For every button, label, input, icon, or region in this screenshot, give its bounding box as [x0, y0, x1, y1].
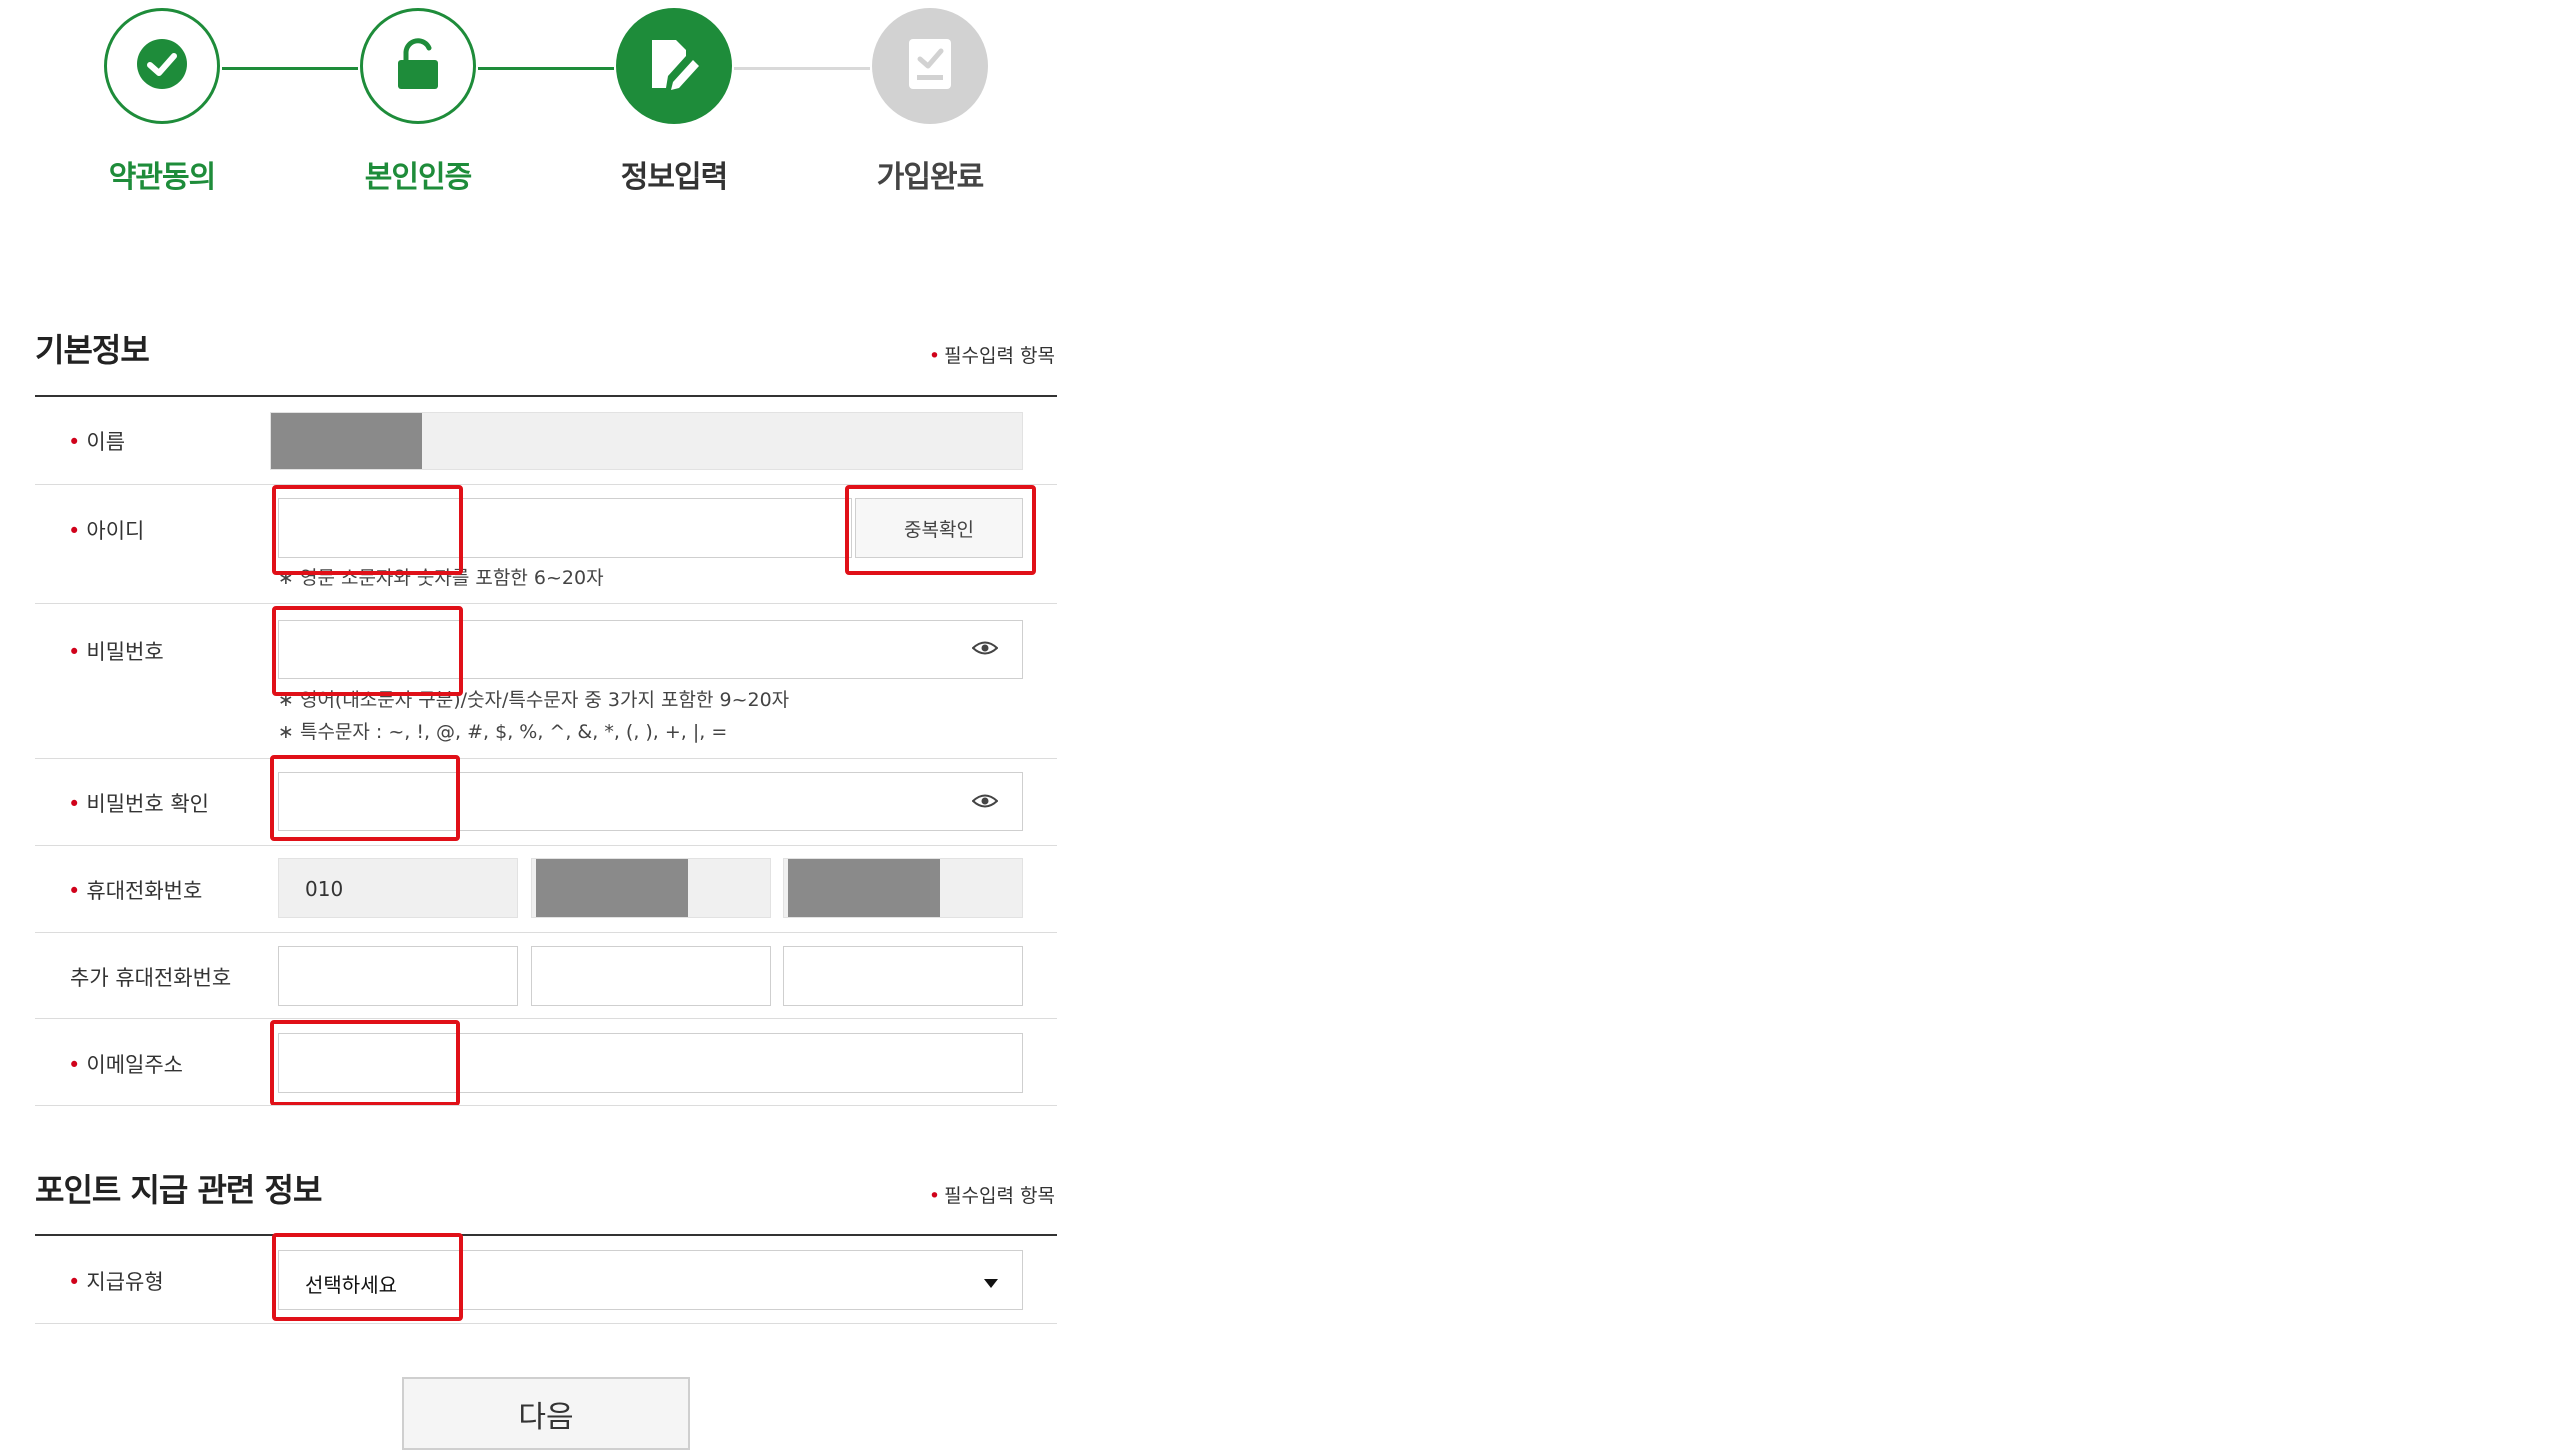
- required-note: • 필수입력 항목: [929, 341, 1055, 368]
- required-dot: •: [68, 640, 81, 664]
- highlight-box: [845, 485, 1036, 575]
- lock-icon: [396, 38, 440, 94]
- step-verify: 본인인증: [318, 8, 518, 196]
- point-info-header: 포인트 지급 관련 정보 • 필수입력 항목: [35, 1165, 1055, 1211]
- phone-label-text: 휴대전화번호: [86, 879, 203, 903]
- step-complete: 가입완료: [830, 8, 1030, 196]
- id-label: • 아이디: [68, 515, 144, 545]
- name-field[interactable]: [270, 412, 1023, 470]
- highlight-box: [272, 606, 463, 696]
- required-dot: •: [68, 879, 81, 903]
- password-label: • 비밀번호: [68, 636, 164, 666]
- highlight-box: [270, 755, 460, 841]
- chevron-down-icon: [984, 1274, 998, 1293]
- password-label-text: 비밀번호: [86, 640, 164, 664]
- row-divider: [35, 845, 1057, 846]
- required-dot: •: [68, 430, 81, 454]
- extra-phone-middle-input[interactable]: [531, 946, 771, 1006]
- step-label: 정보입력: [620, 160, 728, 195]
- step-circle: [360, 8, 476, 124]
- row-divider: [35, 1323, 1057, 1324]
- password-confirm-label: • 비밀번호 확인: [68, 788, 209, 818]
- section-title: 포인트 지급 관련 정보: [35, 1171, 322, 1209]
- phone-label: • 휴대전화번호: [68, 875, 202, 905]
- required-dot: •: [68, 1270, 81, 1294]
- highlight-box: [272, 1233, 463, 1321]
- section-divider: [35, 395, 1057, 397]
- redacted-phone-middle: [536, 859, 688, 917]
- highlight-box: [272, 485, 463, 575]
- id-label-text: 아이디: [86, 519, 145, 543]
- step-terms: 약관동의: [62, 8, 262, 196]
- doc-check-icon: [905, 37, 955, 95]
- step-label: 가입완료: [876, 160, 984, 195]
- password-confirm-label-text: 비밀번호 확인: [86, 792, 209, 816]
- signup-page: 약관동의 본인인증 정보입력 가입완료 기본정보 • 필수입력 항목 • 이름 …: [0, 0, 2560, 1450]
- step-circle: [104, 8, 220, 124]
- eye-icon[interactable]: [971, 640, 999, 656]
- highlight-box: [270, 1020, 460, 1106]
- name-label: • 이름: [68, 426, 125, 456]
- phone-prefix-value: 010: [305, 877, 344, 901]
- row-divider: [35, 603, 1057, 604]
- extra-phone-last-input[interactable]: [783, 946, 1023, 1006]
- step-circle: [872, 8, 988, 124]
- step-label: 약관동의: [108, 160, 216, 195]
- required-dot: •: [68, 519, 81, 543]
- basic-info-header: 기본정보 • 필수입력 항목: [35, 325, 1055, 371]
- section-divider: [35, 1234, 1057, 1236]
- phone-last-field[interactable]: [783, 858, 1023, 918]
- extra-phone-prefix-input[interactable]: [278, 946, 518, 1006]
- required-dot: •: [928, 345, 941, 367]
- step-label: 본인인증: [364, 160, 472, 195]
- next-button[interactable]: 다음: [402, 1377, 690, 1450]
- signup-stepper: 약관동의 본인인증 정보입력 가입완료: [0, 0, 1070, 220]
- email-label: • 이메일주소: [68, 1049, 183, 1079]
- email-label-text: 이메일주소: [86, 1053, 183, 1077]
- row-divider: [35, 1105, 1057, 1106]
- required-dot: •: [928, 1185, 941, 1207]
- name-label-text: 이름: [86, 430, 126, 454]
- required-dot: •: [68, 792, 81, 816]
- eye-icon[interactable]: [971, 793, 999, 809]
- phone-middle-field[interactable]: [531, 858, 771, 918]
- required-note-text: 필수입력 항목: [944, 1185, 1055, 1207]
- payment-type-label-text: 지급유형: [86, 1270, 164, 1294]
- password-hint-special: ∗ 특수문자 : ~, !, @, #, $, %, ^, &, *, (, )…: [278, 721, 728, 743]
- phone-prefix-field[interactable]: 010: [278, 858, 518, 918]
- check-icon: [136, 38, 188, 94]
- payment-type-label: • 지급유형: [68, 1266, 164, 1296]
- required-note: • 필수입력 항목: [929, 1181, 1055, 1208]
- step-info: 정보입력: [574, 8, 774, 196]
- row-divider: [35, 1018, 1057, 1019]
- redacted-phone-last: [788, 859, 940, 917]
- redacted-name: [271, 413, 422, 469]
- step-circle: [616, 8, 732, 124]
- required-dot: •: [68, 1053, 81, 1077]
- required-note-text: 필수입력 항목: [944, 345, 1055, 367]
- row-divider: [35, 758, 1057, 759]
- pencil-doc-icon: [646, 36, 702, 96]
- extra-phone-label: 추가 휴대전화번호: [70, 966, 232, 990]
- section-title: 기본정보: [35, 331, 150, 369]
- row-divider: [35, 932, 1057, 933]
